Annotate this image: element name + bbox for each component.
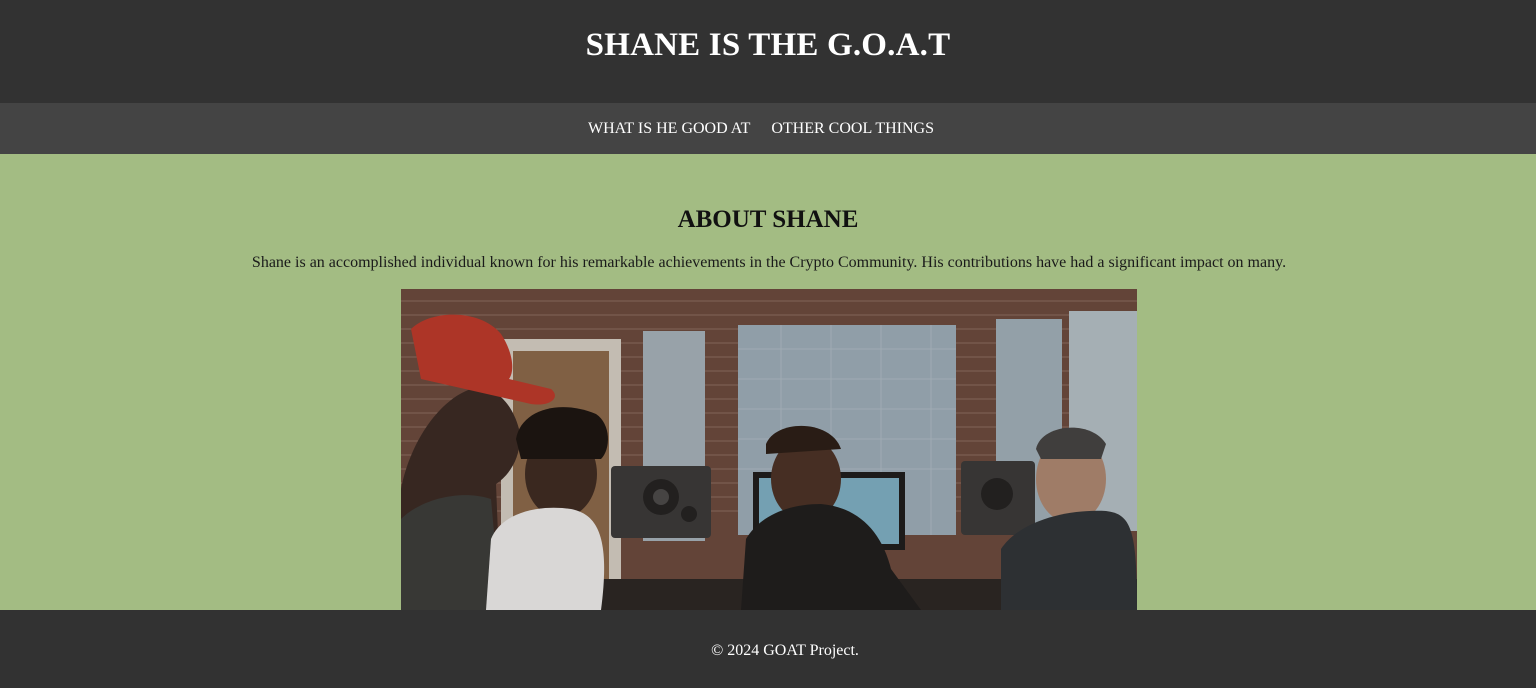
nav-link-what-is-he-good-at[interactable]: WHAT IS HE GOOD AT xyxy=(588,120,750,138)
studio-photo xyxy=(401,289,1137,610)
main-content: ABOUT SHANE Shane is an accomplished ind… xyxy=(0,154,1536,610)
site-header: SHANE IS THE G.O.A.T xyxy=(0,0,1536,103)
about-heading: ABOUT SHANE xyxy=(677,206,859,233)
copyright-text: © 2024 GOAT Project. xyxy=(711,642,859,659)
about-description: Shane is an accomplished individual know… xyxy=(251,254,1287,271)
studio-photo-illustration xyxy=(401,289,1137,610)
nav-link-other-cool-things[interactable]: OTHER COOL THINGS xyxy=(771,120,934,138)
main-nav: WHAT IS HE GOOD AT OTHER COOL THINGS xyxy=(0,103,1536,154)
site-title: SHANE IS THE G.O.A.T xyxy=(585,27,951,63)
page: SHANE IS THE G.O.A.T WHAT IS HE GOOD AT … xyxy=(0,0,1536,688)
site-footer: © 2024 GOAT Project. xyxy=(0,610,1536,688)
